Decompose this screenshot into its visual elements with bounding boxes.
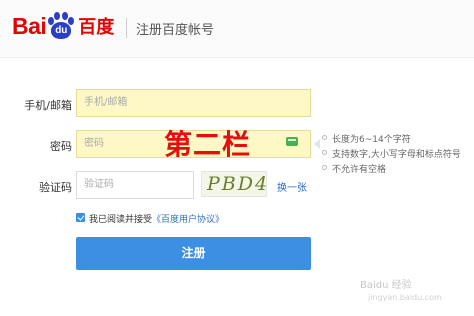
captcha-image[interactable]: PBD4 [201,171,267,197]
site-header: Bai du 百度 注册百度帐号 [0,0,474,58]
captcha-input[interactable]: 验证码 [76,171,194,199]
logo-chinese-text: 百度 [78,17,115,38]
page-title: 注册百度帐号 [136,23,215,38]
agree-text: 我已阅读并接受 [89,215,153,225]
bullet-icon [322,165,327,170]
phone-email-input[interactable]: 手机/邮箱 [76,89,311,117]
header-divider [126,18,127,38]
tip-no-spaces: 不允许有空格 [332,165,387,175]
password-label: 密码 [50,140,72,153]
logo-du-text: du [51,22,72,39]
bullet-icon [322,135,327,140]
tip-characters: 支持数字,大小写字母和标点符号 [332,150,461,160]
phone-label: 手机/邮箱 [24,99,72,112]
register-button[interactable]: 注册 [76,237,311,270]
agree-statement: 我已阅读并接受《百度用户协议》 [89,212,224,225]
refresh-captcha-link[interactable]: 换一张 [277,179,307,194]
watermark: Baidu 经验 [360,280,412,291]
user-agreement-link[interactable]: 《百度用户协议》 [152,215,224,225]
captcha-image-text: PBD4 [207,173,270,195]
annotation-overlay: 第二栏 [164,128,252,161]
logo-bai-text: Bai [12,12,47,39]
baidu-logo[interactable]: Bai du 百度 [12,11,114,41]
agree-checkbox[interactable] [76,213,85,222]
paw-icon: du [47,12,75,40]
captcha-label: 验证码 [39,181,72,194]
password-key-icon [286,137,298,146]
password-tips: 长度为6~14个字符 支持数字,大小写字母和标点符号 不允许有空格 [320,127,468,179]
bullet-icon [322,150,327,155]
watermark-url: jingyan.baidu.com [368,293,442,302]
tip-length: 长度为6~14个字符 [332,135,411,145]
